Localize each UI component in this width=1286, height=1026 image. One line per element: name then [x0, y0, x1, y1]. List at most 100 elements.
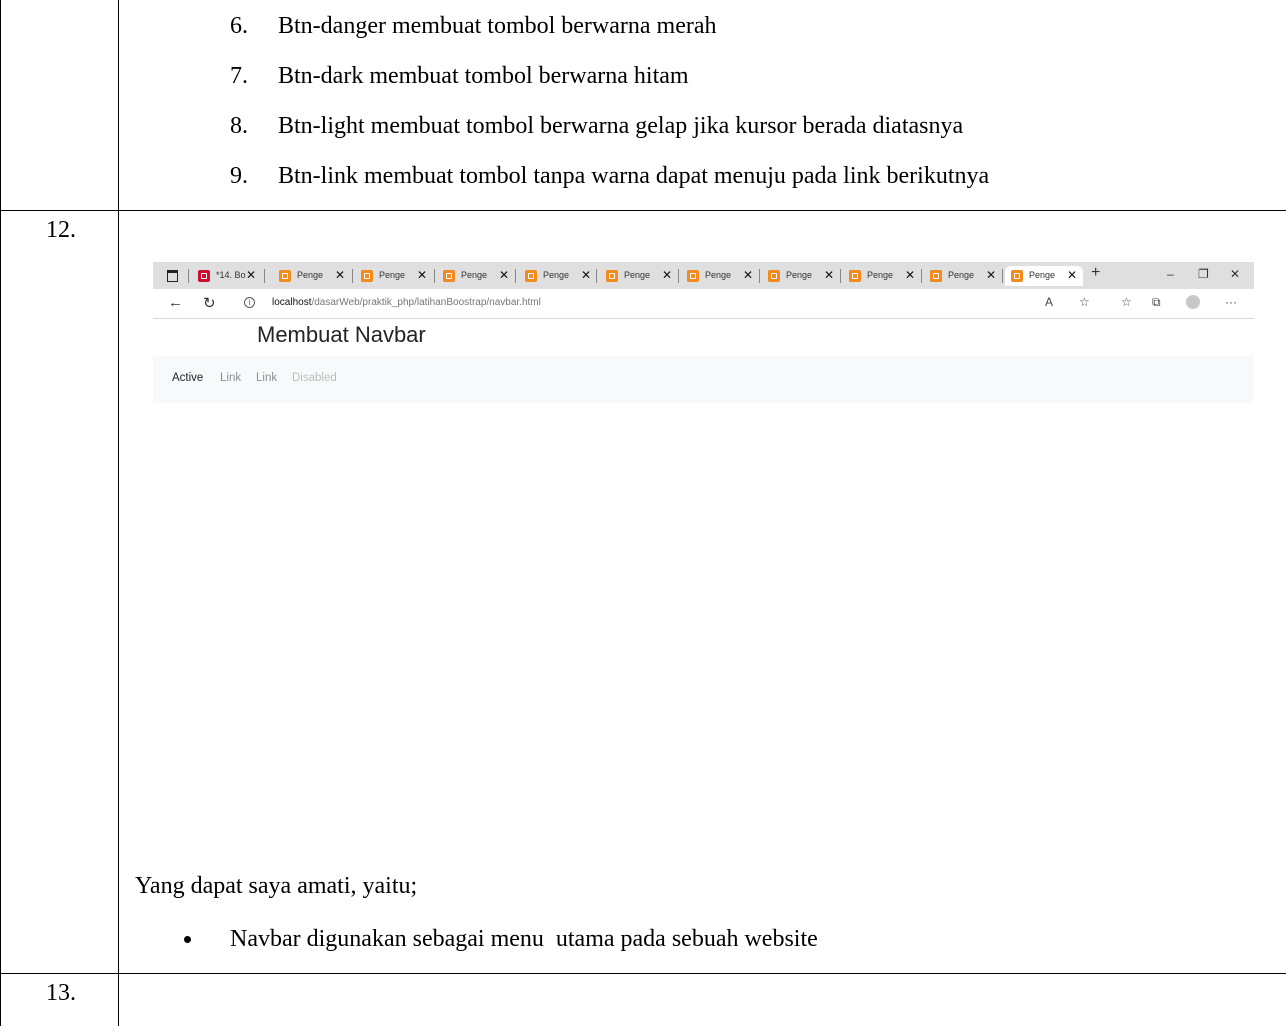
- tab-label: Penge: [379, 270, 406, 280]
- list-text: Btn-link membuat tombol tanpa warna dapa…: [278, 163, 990, 189]
- close-icon[interactable]: ✕: [905, 268, 915, 282]
- list-text: Btn-dark membuat tombol berwarna hitam: [278, 63, 689, 89]
- tab-separator: [188, 269, 189, 283]
- back-arrow-icon[interactable]: ←: [168, 294, 183, 311]
- nav-link[interactable]: Link: [256, 372, 277, 384]
- new-tab-icon[interactable]: +: [1091, 264, 1100, 282]
- xampp-icon: [606, 270, 618, 282]
- close-icon[interactable]: ✕: [335, 268, 345, 282]
- browser-tab-active[interactable]: Penge ✕: [1005, 266, 1083, 286]
- xampp-icon: [849, 270, 861, 282]
- collections-icon[interactable]: ⧉: [1152, 295, 1161, 310]
- minimize-icon[interactable]: –: [1167, 267, 1174, 281]
- nav-link-active[interactable]: Active: [172, 372, 203, 384]
- close-icon[interactable]: ✕: [246, 268, 256, 282]
- close-icon[interactable]: ✕: [1067, 268, 1077, 282]
- list-text: Btn-light membuat tombol berwarna gelap …: [278, 113, 964, 139]
- tab-label: Penge: [1029, 270, 1056, 280]
- xampp-icon: [443, 270, 455, 282]
- table-border-left: [0, 0, 1, 1026]
- close-icon[interactable]: ✕: [417, 268, 427, 282]
- tab-bar: *14. Bo ✕ Penge ✕ Penge ✕ Penge ✕ Penge …: [153, 262, 1254, 289]
- tab-separator: [921, 269, 922, 283]
- browser-tab[interactable]: *14. Bo ✕: [198, 266, 258, 286]
- tab-label: Penge: [786, 270, 813, 280]
- list-text: Btn-danger membuat tombol berwarna merah: [278, 13, 717, 39]
- browser-tab[interactable]: Penge ✕: [849, 266, 915, 286]
- url-text[interactable]: localhost/dasarWeb/praktik_php/latihanBo…: [272, 297, 541, 308]
- tab-separator: [678, 269, 679, 283]
- close-icon[interactable]: ✕: [581, 268, 591, 282]
- navbar: Active Link Link Disabled: [153, 356, 1254, 403]
- more-icon[interactable]: ···: [1225, 295, 1237, 309]
- restore-icon[interactable]: ❐: [1198, 267, 1209, 281]
- table-row-divider: [0, 973, 1286, 974]
- close-icon[interactable]: ✕: [662, 268, 672, 282]
- browser-tab[interactable]: Penge ✕: [687, 266, 753, 286]
- xampp-icon: [279, 270, 291, 282]
- xampp-icon: [1011, 270, 1023, 282]
- observation-intro: Yang dapat saya amati, yaitu;: [135, 873, 418, 899]
- close-icon[interactable]: ✕: [743, 268, 753, 282]
- bullet-point: [184, 936, 191, 943]
- tab-label: Penge: [624, 270, 651, 280]
- observation-bullet-text: Navbar digunakan sebagai menu utama pada…: [230, 926, 818, 952]
- tab-separator: [840, 269, 841, 283]
- tab-label: *14. Bo: [216, 270, 246, 280]
- tab-label: Penge: [461, 270, 488, 280]
- tab-label: Penge: [705, 270, 732, 280]
- list-number: 7.: [230, 63, 248, 89]
- xampp-icon: [768, 270, 780, 282]
- tab-separator: [264, 269, 265, 283]
- row-number: 13.: [46, 980, 76, 1006]
- xampp-icon: [361, 270, 373, 282]
- url-bar[interactable]: i localhost/dasarWeb/praktik_php/latihan…: [232, 292, 1100, 314]
- tab-separator: [515, 269, 516, 283]
- favorites-icon[interactable]: ☆: [1121, 295, 1132, 309]
- window-menu-icon[interactable]: [167, 270, 178, 282]
- tab-label: Penge: [543, 270, 570, 280]
- url-host: localhost: [272, 297, 312, 308]
- list-item: 6. Btn-danger membuat tombol berwarna mer…: [230, 13, 717, 40]
- list-number: 8.: [230, 113, 248, 139]
- read-aloud-icon[interactable]: A: [1045, 295, 1053, 309]
- table-row-divider: [0, 210, 1286, 211]
- profile-avatar[interactable]: [1186, 295, 1200, 309]
- close-icon[interactable]: ✕: [499, 268, 509, 282]
- refresh-icon[interactable]: ↻: [203, 294, 216, 312]
- add-favorite-icon[interactable]: ☆: [1079, 295, 1090, 309]
- tab-label: Penge: [297, 270, 324, 280]
- browser-tab[interactable]: Penge ✕: [443, 266, 509, 286]
- browser-tab[interactable]: Penge ✕: [525, 266, 591, 286]
- row-number: 12.: [46, 217, 76, 243]
- list-number: 9.: [230, 163, 248, 189]
- list-item: 8. Btn-light membuat tombol berwarna gela…: [230, 113, 963, 140]
- info-icon[interactable]: i: [244, 297, 255, 308]
- table-column-divider: [118, 0, 119, 1026]
- browser-tab[interactable]: Penge ✕: [606, 266, 672, 286]
- browser-tab[interactable]: Penge ✕: [768, 266, 834, 286]
- close-icon[interactable]: ✕: [986, 268, 996, 282]
- nav-link[interactable]: Link: [220, 372, 241, 384]
- xampp-icon: [525, 270, 537, 282]
- tab-separator: [759, 269, 760, 283]
- tab-label: Penge: [948, 270, 975, 280]
- tab-separator: [352, 269, 353, 283]
- page-title: Membuat Navbar: [257, 322, 426, 347]
- tab-separator: [434, 269, 435, 283]
- list-number: 6.: [230, 13, 248, 39]
- browser-tab[interactable]: Penge ✕: [930, 266, 996, 286]
- xampp-icon: [687, 270, 699, 282]
- pdf-icon: [198, 270, 210, 282]
- nav-link-disabled: Disabled: [292, 372, 337, 384]
- close-icon[interactable]: ✕: [824, 268, 834, 282]
- close-window-icon[interactable]: ✕: [1230, 267, 1240, 281]
- tab-separator: [1002, 269, 1003, 283]
- browser-tab[interactable]: Penge ✕: [279, 266, 345, 286]
- list-item: 7. Btn-dark membuat tombol berwarna hitam: [230, 63, 689, 90]
- xampp-icon: [930, 270, 942, 282]
- list-item: 9. Btn-link membuat tombol tanpa warna da…: [230, 163, 989, 190]
- url-path: /dasarWeb/praktik_php/latihanBoostrap/na…: [311, 297, 541, 308]
- address-bar-row: ← ↻ i localhost/dasarWeb/praktik_php/lat…: [153, 289, 1254, 319]
- browser-tab[interactable]: Penge ✕: [361, 266, 427, 286]
